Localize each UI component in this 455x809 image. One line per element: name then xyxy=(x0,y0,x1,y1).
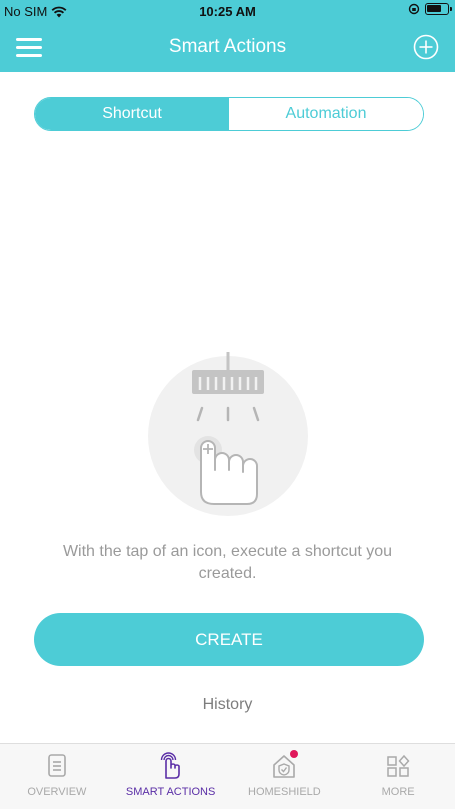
navbar: Smart Actions xyxy=(0,26,455,70)
battery-icon xyxy=(425,3,452,15)
document-icon xyxy=(48,754,66,777)
shortcut-illustration xyxy=(148,352,308,516)
tab-label: OVERVIEW xyxy=(27,786,87,798)
segment-shortcut[interactable]: Shortcut xyxy=(35,98,229,130)
tab-bar: OVERVIEW SMART ACTIONS HOMESHIELD MORE xyxy=(0,743,455,809)
tap-hand-icon xyxy=(160,752,180,779)
empty-state-message: With the tap of an icon, execute a short… xyxy=(62,543,393,582)
status-right xyxy=(408,3,452,15)
create-button[interactable]: CREATE xyxy=(34,613,424,666)
top-bar: No SIM 10:25 AM Smart Actions xyxy=(0,0,455,72)
segment-automation[interactable]: Automation xyxy=(229,98,423,130)
grid-more-icon xyxy=(387,754,410,777)
status-bar: No SIM 10:25 AM xyxy=(0,0,455,24)
tab-label: HOMESHIELD xyxy=(248,786,321,798)
tab-smart-actions[interactable]: SMART ACTIONS xyxy=(114,744,228,809)
tab-label: SMART ACTIONS xyxy=(125,786,216,798)
segmented-control: Shortcut Automation xyxy=(34,97,424,131)
add-circle-icon[interactable] xyxy=(413,34,439,60)
page-title: Smart Actions xyxy=(168,36,287,57)
tab-overview[interactable]: OVERVIEW xyxy=(0,744,114,809)
tab-more[interactable]: MORE xyxy=(341,744,455,809)
tab-icon-wrap xyxy=(271,750,299,780)
tab-homeshield[interactable]: HOMESHIELD xyxy=(228,744,342,809)
orientation-lock-icon xyxy=(408,3,420,15)
history-link[interactable]: History xyxy=(0,696,455,714)
tab-label: MORE xyxy=(381,786,415,798)
status-time: 10:25 AM xyxy=(199,4,256,19)
